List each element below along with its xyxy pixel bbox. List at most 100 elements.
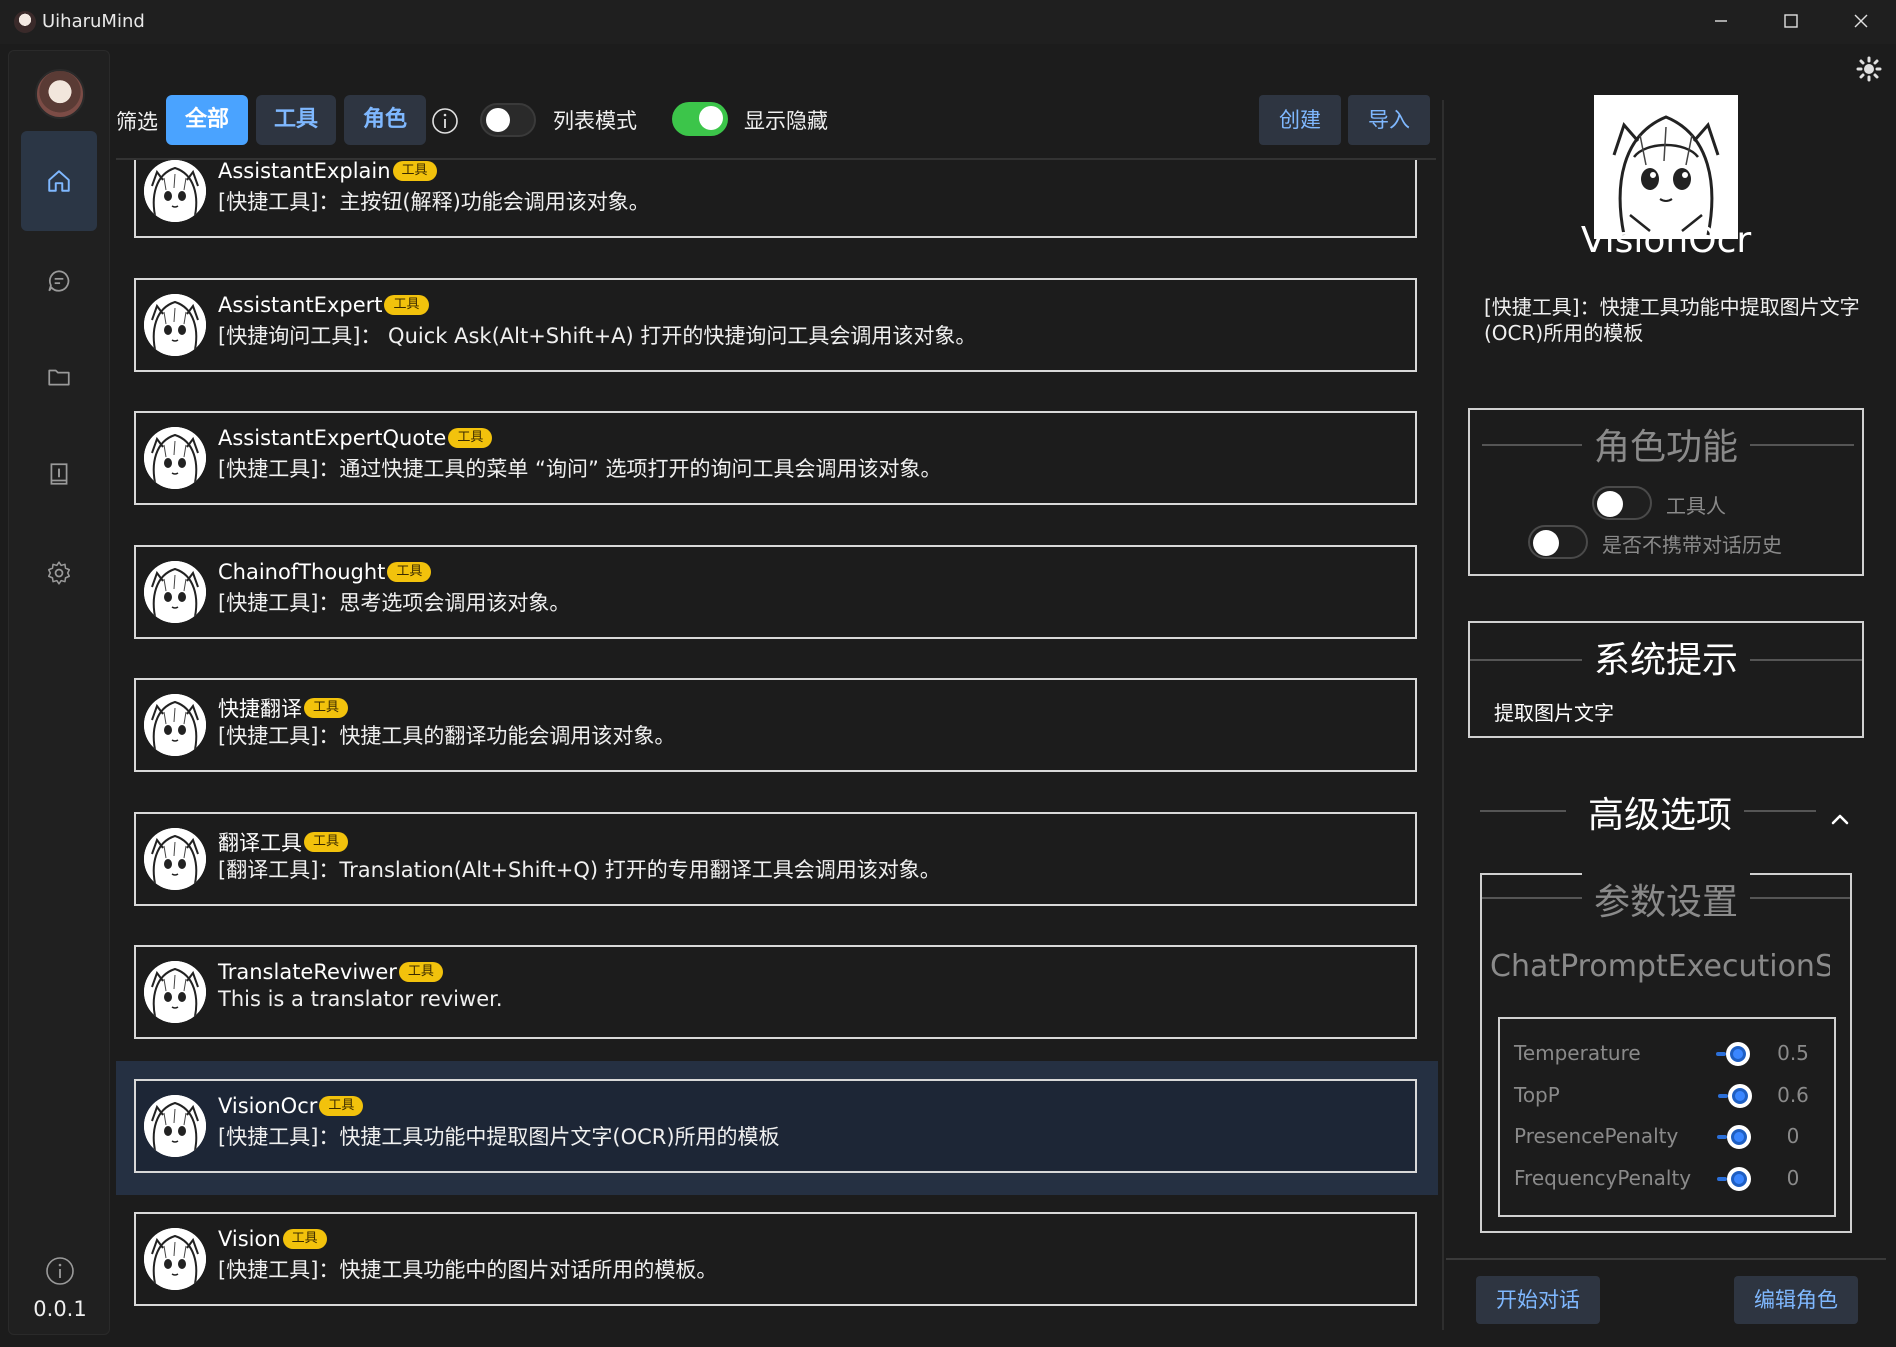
sidebar-item-home[interactable] xyxy=(21,131,97,231)
filter-all-button[interactable]: 全部 xyxy=(166,95,248,145)
user-avatar[interactable] xyxy=(35,69,85,119)
title-bar: UiharuMind xyxy=(0,0,1896,44)
param-row-topp: TopP 0.6 xyxy=(1514,1079,1824,1113)
list-item[interactable]: ChainofThought 工具 [快捷工具]：思考选项会调用该对象。 xyxy=(116,527,1438,661)
role-card[interactable]: AssistantExpertQuote 工具 [快捷工具]：通过快捷工具的菜单 “… xyxy=(134,411,1417,505)
param-name: FrequencyPenalty xyxy=(1514,1166,1692,1190)
system-prompt-title: 系统提示 xyxy=(1581,631,1750,683)
tool-role-toggle[interactable] xyxy=(1592,486,1652,520)
close-icon[interactable] xyxy=(1826,0,1896,44)
tool-tag-badge: 工具 xyxy=(282,1229,327,1249)
role-avatar xyxy=(144,827,206,890)
role-avatar xyxy=(144,560,206,623)
param-value[interactable]: 0.6 xyxy=(1764,1083,1822,1107)
create-button[interactable]: 创建 xyxy=(1259,95,1341,145)
execution-settings-title: ChatPromptExecutionSe xyxy=(1490,949,1830,984)
list-item[interactable]: Vision 工具 [快捷工具]：快捷工具功能中的图片对话所用的模板。 xyxy=(116,1194,1438,1328)
detail-avatar xyxy=(1594,95,1738,239)
version-label: 0.0.1 xyxy=(33,1297,87,1321)
tool-tag-badge: 工具 xyxy=(319,1095,364,1116)
info-icon[interactable] xyxy=(431,107,459,135)
role-description: [快捷工具]：通过快捷工具的菜单 “询问” 选项打开的询问工具会调用该对象。 xyxy=(218,457,942,481)
temperature-slider[interactable] xyxy=(1716,1042,1750,1066)
start-chat-button[interactable]: 开始对话 xyxy=(1476,1276,1600,1324)
tool-tag-badge: 工具 xyxy=(387,561,432,582)
app-logo-icon xyxy=(14,11,36,33)
show-hidden-toggle[interactable] xyxy=(672,102,728,136)
role-title: 翻译工具 xyxy=(218,830,302,855)
list-item[interactable]: AssistantExplain 工具 [快捷工具]：主按钮(解释)功能会调用该对象… xyxy=(116,160,1438,260)
system-prompt-text[interactable]: 提取图片文字 xyxy=(1494,697,1614,726)
param-value[interactable]: 0 xyxy=(1764,1124,1822,1148)
param-name: PresencePenalty xyxy=(1514,1124,1679,1148)
minimize-icon[interactable] xyxy=(1686,0,1756,44)
param-row-presence-penalty: PresencePenalty 0 xyxy=(1514,1120,1824,1154)
parameter-settings-panel: 参数设置 ChatPromptExecutionSe Temperature 0… xyxy=(1480,873,1852,1233)
role-title-row: AssistantExplain 工具 xyxy=(218,160,437,183)
param-row-frequency-penalty: FrequencyPenalty 0 xyxy=(1514,1162,1824,1196)
book-icon xyxy=(50,463,68,485)
list-item[interactable]: TranslateReviwer 工具 This is a translator r… xyxy=(116,927,1438,1061)
sidebar-item-folder[interactable] xyxy=(21,327,97,427)
sidebar: 0.0.1 xyxy=(8,50,110,1335)
param-value[interactable]: 0.5 xyxy=(1764,1041,1822,1065)
role-description: [快捷工具]：快捷工具的翻译功能会调用该对象。 xyxy=(218,724,676,748)
role-card[interactable]: TranslateReviwer 工具 This is a translator r… xyxy=(134,945,1417,1039)
role-features-title: 角色功能 xyxy=(1581,418,1750,470)
role-description: [翻译工具]：Translation(Alt+Shift+Q) 打开的专用翻译工… xyxy=(218,857,941,882)
filter-tool-button[interactable]: 工具 xyxy=(256,95,336,145)
role-card[interactable]: Vision 工具 [快捷工具]：快捷工具功能中的图片对话所用的模板。 xyxy=(134,1212,1417,1306)
list-item[interactable]: 翻译工具 工具 [翻译工具]：Translation(Alt+Shift+Q) 打开… xyxy=(116,794,1438,928)
tool-tag-badge: 工具 xyxy=(384,294,429,315)
role-card[interactable]: AssistantExpert 工具 [快捷询问工具]： Quick Ask(Alt… xyxy=(134,277,1417,372)
role-avatar xyxy=(144,694,206,756)
role-description: [快捷询问工具]： Quick Ask(Alt+Shift+A) 打开的快捷询问… xyxy=(218,323,977,348)
filter-toolbar: 筛选 全部 工具 角色 列表模式 显示隐藏 创建 导入 xyxy=(116,92,1436,148)
role-description: [快捷工具]：快捷工具功能中的图片对话所用的模板。 xyxy=(218,1258,718,1282)
role-title-row: ChainofThought 工具 xyxy=(218,560,432,584)
role-features-panel: 角色功能 工具人 是否不携带对话历史 xyxy=(1468,408,1864,576)
role-description: [快捷工具]：快捷工具功能中提取图片文字(OCR)所用的模板 xyxy=(218,1124,780,1149)
sidebar-item-settings[interactable] xyxy=(21,523,97,623)
info-icon[interactable] xyxy=(45,1256,75,1286)
filter-role-button[interactable]: 角色 xyxy=(344,95,426,145)
parameter-settings-title: 参数设置 xyxy=(1581,873,1750,925)
role-card[interactable]: 翻译工具 工具 [翻译工具]：Translation(Alt+Shift+Q) 打开… xyxy=(134,811,1417,906)
sidebar-item-chat[interactable] xyxy=(21,231,97,331)
role-avatar xyxy=(144,961,206,1023)
tool-tag-badge: 工具 xyxy=(392,161,437,181)
role-title: TranslateReviwer xyxy=(218,960,397,984)
role-list[interactable]: AssistantExplain 工具 [快捷工具]：主按钮(解释)功能会调用该对象… xyxy=(116,160,1438,1347)
list-item[interactable]: VisionOcr 工具 [快捷工具]：快捷工具功能中提取图片文字(OCR)所用的模… xyxy=(116,1060,1438,1195)
role-card[interactable]: AssistantExplain 工具 [快捷工具]：主按钮(解释)功能会调用该对象… xyxy=(134,160,1417,238)
list-item[interactable]: AssistantExpert 工具 [快捷询问工具]： Quick Ask(Alt… xyxy=(116,260,1438,394)
role-title-row: 翻译工具 工具 xyxy=(218,827,349,857)
role-card[interactable]: VisionOcr 工具 [快捷工具]：快捷工具功能中提取图片文字(OCR)所用的模… xyxy=(134,1078,1417,1173)
maximize-icon[interactable] xyxy=(1756,0,1826,44)
param-name: Temperature xyxy=(1514,1041,1641,1065)
list-item[interactable]: AssistantExpertQuote 工具 [快捷工具]：通过快捷工具的菜单 “… xyxy=(116,393,1438,527)
divider xyxy=(1446,1258,1886,1260)
theme-toggle-icon[interactable] xyxy=(1856,56,1882,82)
role-title-row: Vision 工具 xyxy=(218,1227,327,1251)
role-avatar xyxy=(144,1094,206,1157)
sidebar-item-book[interactable] xyxy=(21,424,97,524)
execution-settings-box: Temperature 0.5 TopP 0.6 PresencePenalty… xyxy=(1498,1017,1836,1217)
presence-penalty-slider[interactable] xyxy=(1717,1125,1751,1149)
list-mode-toggle[interactable] xyxy=(480,103,536,137)
no-history-toggle[interactable] xyxy=(1528,525,1588,559)
role-card[interactable]: 快捷翻译 工具 [快捷工具]：快捷工具的翻译功能会调用该对象。 xyxy=(134,678,1417,772)
detail-description: [快捷工具]：快捷工具功能中提取图片文字(OCR)所用的模板 xyxy=(1484,295,1860,345)
role-title: VisionOcr xyxy=(218,1093,318,1118)
chevron-up-icon[interactable] xyxy=(1828,808,1852,832)
import-button[interactable]: 导入 xyxy=(1348,95,1430,145)
edit-role-button[interactable]: 编辑角色 xyxy=(1734,1276,1858,1324)
role-card[interactable]: ChainofThought 工具 [快捷工具]：思考选项会调用该对象。 xyxy=(134,544,1417,639)
topp-slider[interactable] xyxy=(1718,1084,1752,1108)
param-value[interactable]: 0 xyxy=(1764,1166,1822,1190)
list-item[interactable]: 快捷翻译 工具 [快捷工具]：快捷工具的翻译功能会调用该对象。 xyxy=(116,660,1438,794)
role-title-row: AssistantExpertQuote 工具 xyxy=(218,426,493,450)
home-icon xyxy=(48,170,70,192)
advanced-options-title[interactable]: 高级选项 xyxy=(1480,786,1840,838)
frequency-penalty-slider[interactable] xyxy=(1717,1167,1751,1191)
